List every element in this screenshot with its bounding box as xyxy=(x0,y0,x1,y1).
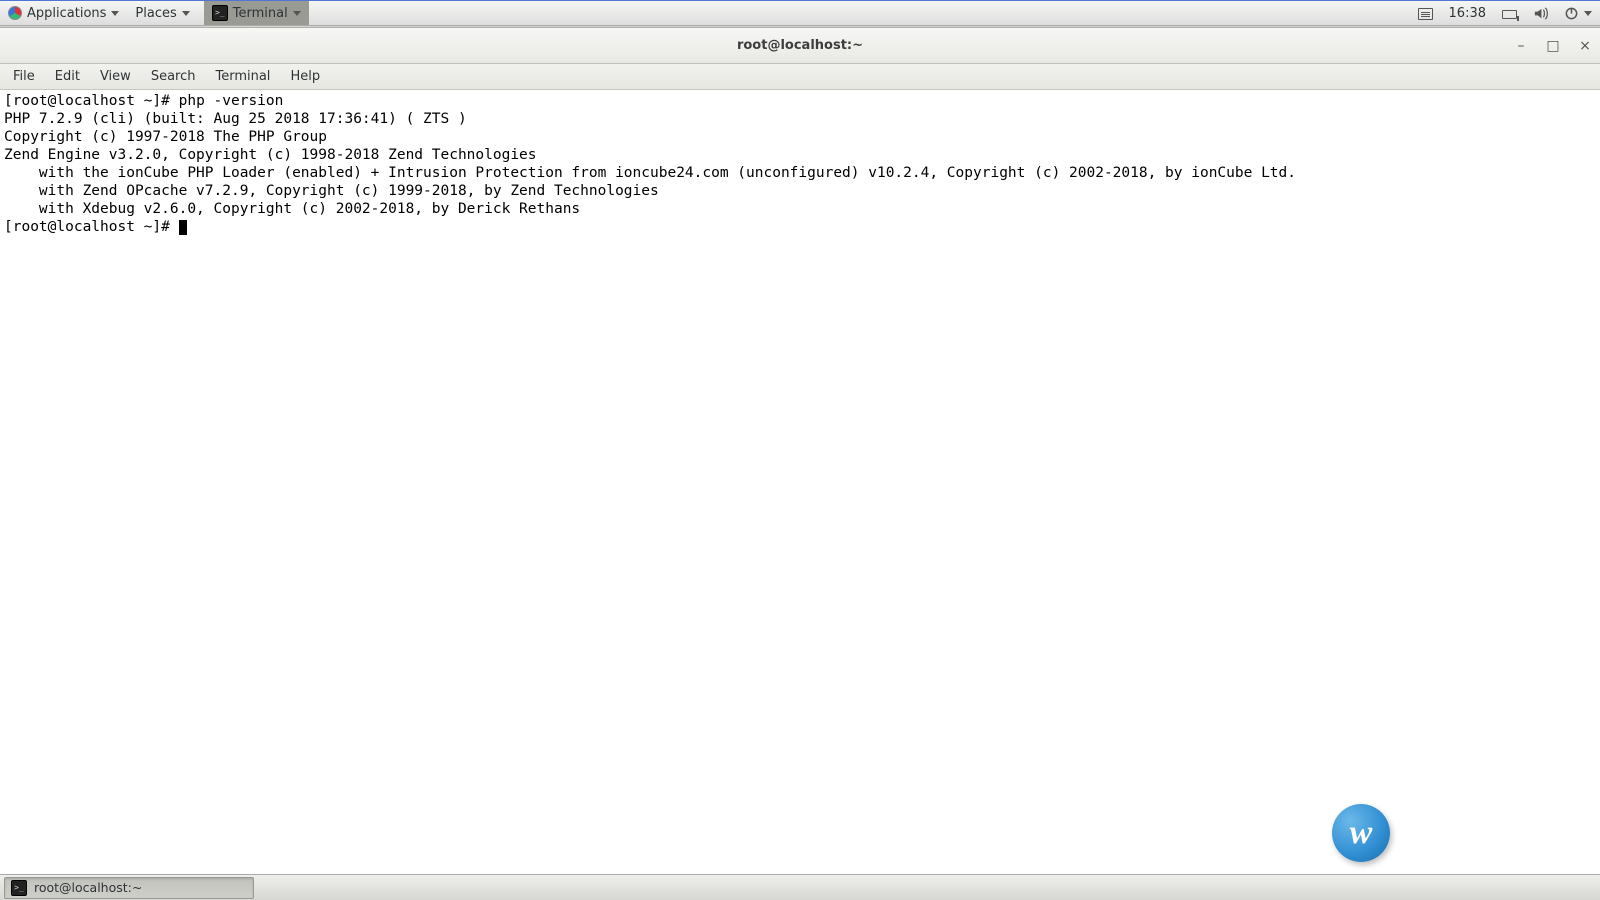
window-title: root@localhost:~ xyxy=(737,38,863,53)
output-line: Copyright (c) 1997-2018 The PHP Group xyxy=(4,129,327,145)
battery-icon xyxy=(1502,10,1517,19)
places-menu[interactable]: Places xyxy=(127,1,197,25)
appmenu-label: Terminal xyxy=(233,6,288,21)
terminal-viewport[interactable]: [root@localhost ~]# php -version PHP 7.2… xyxy=(0,90,1600,874)
terminal-window: root@localhost:~ – □ × File Edit View Se… xyxy=(0,27,1600,874)
prompt: [root@localhost ~]# xyxy=(4,93,179,109)
caret-down-icon xyxy=(1584,11,1592,16)
volume-indicator[interactable] xyxy=(1525,1,1556,25)
places-label: Places xyxy=(135,6,176,21)
caret-down-icon xyxy=(111,11,119,16)
output-line: with the ionCube PHP Loader (enabled) + … xyxy=(4,165,1296,181)
cursor-icon xyxy=(179,220,187,235)
output-line: with Zend OPcache v7.2.9, Copyright (c) … xyxy=(4,183,659,199)
command-text: php -version xyxy=(179,93,284,109)
top-panel-right: 16:38 xyxy=(1410,1,1600,25)
maximize-button[interactable]: □ xyxy=(1544,39,1562,53)
caret-down-icon xyxy=(293,11,301,16)
applications-menu[interactable]: Applications xyxy=(0,1,127,25)
output-line: Zend Engine v3.2.0, Copyright (c) 1998-2… xyxy=(4,147,537,163)
window-titlebar[interactable]: root@localhost:~ – □ × xyxy=(0,28,1600,64)
output-line: with Xdebug v2.6.0, Copyright (c) 2002-2… xyxy=(4,201,580,217)
terminal-icon xyxy=(212,5,228,21)
keyboard-indicator[interactable] xyxy=(1410,1,1441,25)
menu-search[interactable]: Search xyxy=(142,66,205,87)
menu-file[interactable]: File xyxy=(4,66,44,87)
volume-icon xyxy=(1533,6,1548,21)
output-line: PHP 7.2.9 (cli) (built: Aug 25 2018 17:3… xyxy=(4,111,467,127)
gnome-bottom-panel: root@localhost:~ xyxy=(0,874,1600,900)
taskbar-item-terminal[interactable]: root@localhost:~ xyxy=(4,877,254,899)
taskbar-item-label: root@localhost:~ xyxy=(34,880,142,895)
menu-help[interactable]: Help xyxy=(281,66,329,87)
appmenu-terminal[interactable]: Terminal xyxy=(204,1,309,25)
minimize-button[interactable]: – xyxy=(1512,39,1530,53)
clock[interactable]: 16:38 xyxy=(1441,1,1494,25)
gnome-top-panel: Applications Places Terminal 16:38 xyxy=(0,0,1600,26)
menu-terminal[interactable]: Terminal xyxy=(206,66,279,87)
menubar: File Edit View Search Terminal Help xyxy=(0,64,1600,90)
battery-indicator[interactable] xyxy=(1494,1,1525,25)
window-controls: – □ × xyxy=(1512,28,1594,63)
keyboard-icon xyxy=(1418,8,1433,20)
close-button[interactable]: × xyxy=(1576,39,1594,53)
applications-label: Applications xyxy=(27,6,106,21)
top-panel-left: Applications Places Terminal xyxy=(0,1,309,25)
terminal-icon xyxy=(11,880,27,896)
distro-logo-icon xyxy=(8,6,22,20)
clock-text: 16:38 xyxy=(1449,6,1486,21)
power-icon xyxy=(1564,6,1579,21)
prompt: [root@localhost ~]# xyxy=(4,219,179,235)
menu-edit[interactable]: Edit xyxy=(46,66,89,87)
caret-down-icon xyxy=(182,11,190,16)
power-menu[interactable] xyxy=(1556,1,1600,25)
menu-view[interactable]: View xyxy=(91,66,140,87)
